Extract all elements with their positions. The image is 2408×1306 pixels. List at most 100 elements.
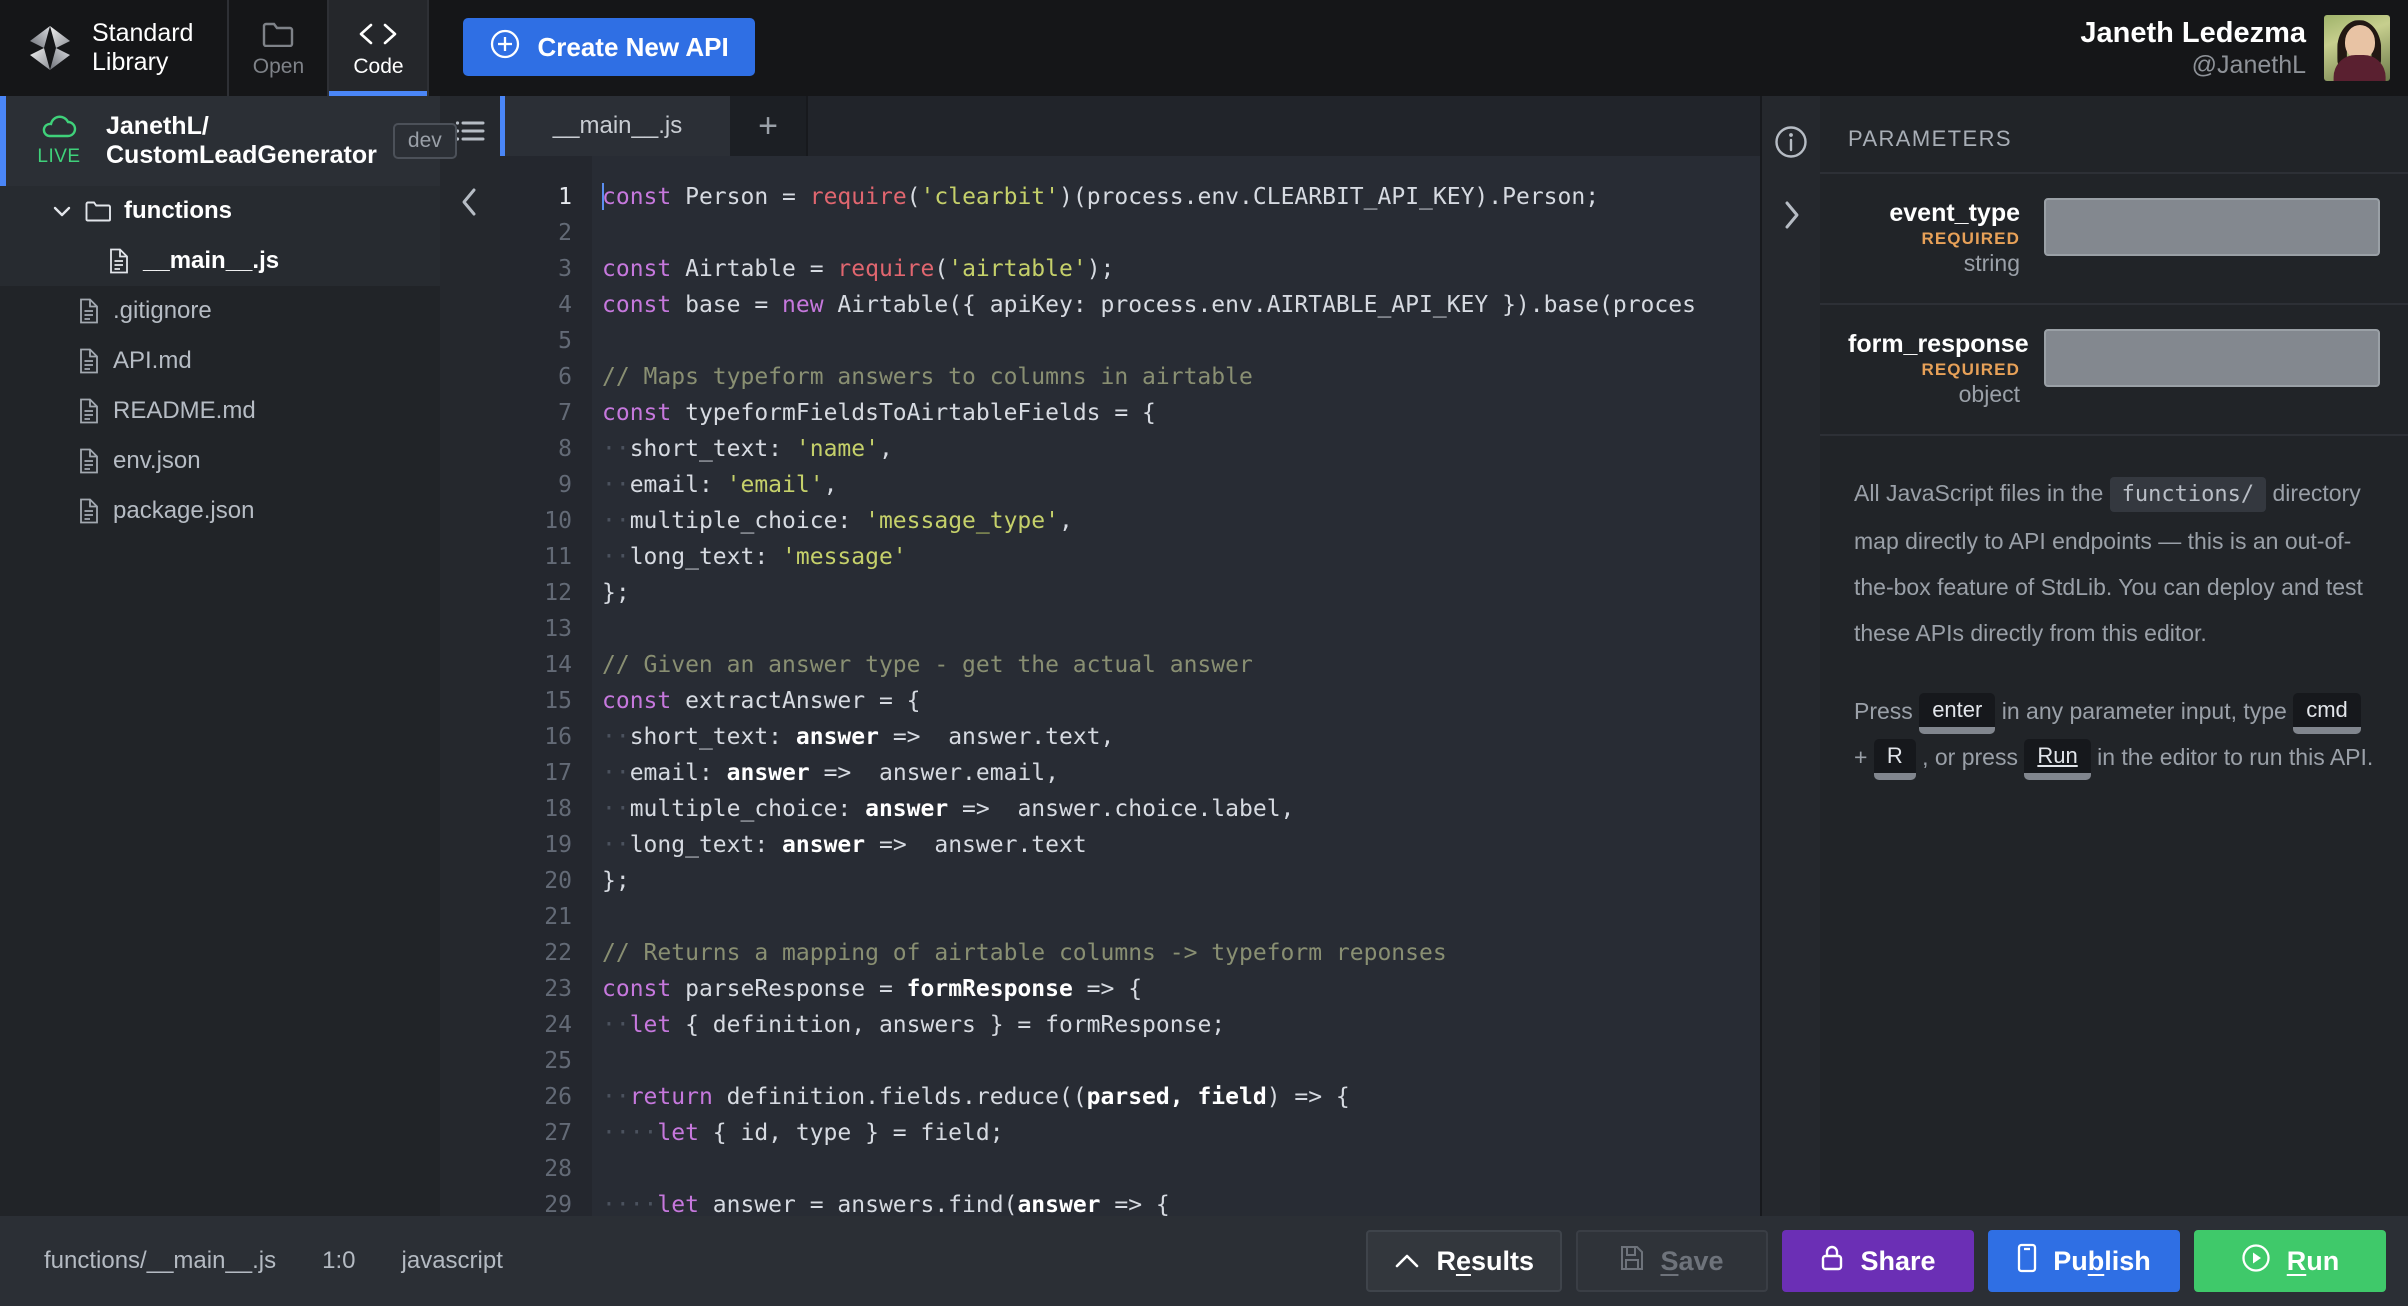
brand-logo-block[interactable]: StandardLibrary [0,0,229,96]
tree-file-readme-md-label: README.md [113,397,256,425]
code-token: ·· [602,1012,630,1038]
tree-file-main-js[interactable]: __main__.js [0,236,440,286]
file-icon [78,398,100,424]
code-token: short_text: [630,724,796,750]
param-meta-form-response: form_response REQUIRED object [1848,329,2020,408]
info-circle-icon[interactable] [1773,124,1809,165]
help-p2-part-b: in any parameter input, type [2002,698,2287,724]
code-token: Airtable = [671,256,837,282]
code-token: let [630,1012,672,1038]
param-input-form-response[interactable] [2044,329,2380,387]
line-number: 17 [500,755,572,791]
code-token: answer [727,760,810,786]
tree-file-package-json[interactable]: package.json [0,486,440,536]
project-header[interactable]: LIVE JanethL/ CustomLeadGenerator dev [0,96,440,186]
user-account-block[interactable]: Janeth Ledezma @JanethL [2080,0,2408,96]
project-name: JanethL/ CustomLeadGenerator [106,112,377,170]
line-number: 16 [500,719,572,755]
avatar-head [2345,25,2375,59]
brand-name: StandardLibrary [92,19,193,77]
tree-file-gitignore[interactable]: .gitignore [0,286,440,336]
code-line: }; [602,575,1760,611]
tree-file-api-md[interactable]: API.md [0,336,440,386]
main-workspace: LIVE JanethL/ CustomLeadGenerator dev fu… [0,96,2408,1216]
collapse-left-chevron-icon[interactable] [459,186,481,218]
nav-tab-open[interactable]: Open [229,0,329,96]
param-meta-event-type: event_type REQUIRED string [1848,198,2020,277]
code-token: , [879,436,893,462]
save-button[interactable]: Save [1576,1230,1768,1292]
code-token: ·· [602,796,630,822]
status-language: javascript [402,1247,503,1275]
line-number: 26 [500,1079,572,1115]
new-tab-button[interactable]: + [730,96,806,156]
code-line: ··multiple_choice: answer => answer.choi… [602,791,1760,827]
code-token: typeformFieldsToAirtableFields = { [671,400,1156,426]
tree-file-readme-md[interactable]: README.md [0,386,440,436]
code-token: , [1059,508,1073,534]
line-number: 18 [500,791,572,827]
code-content[interactable]: const Person = require('clearbit')(proce… [592,156,1760,1216]
project-title: CustomLeadGenerator [106,141,377,169]
lock-icon [1820,1244,1844,1279]
env-badge[interactable]: dev [393,123,457,159]
line-number: 25 [500,1043,572,1079]
code-token: // Given an answer type - get the actual… [602,652,1253,678]
results-button[interactable]: Results [1366,1230,1562,1292]
line-number: 14 [500,647,572,683]
code-token: 'name' [796,436,879,462]
run-button[interactable]: Run [2194,1230,2386,1292]
line-number: 19 [500,827,572,863]
user-full-name: Janeth Ledezma [2080,16,2306,50]
line-number: 9 [500,467,572,503]
code-line: ··return definition.fields.reduce((parse… [602,1079,1760,1115]
tree-file-package-json-label: package.json [113,497,254,525]
outline-list-icon[interactable] [455,120,485,142]
code-token: long_text: [630,832,782,858]
code-line [602,323,1760,359]
code-line: const extractAnswer = { [602,683,1760,719]
help-p2-part-a: Press [1854,698,1913,724]
line-number: 27 [500,1115,572,1151]
cloud-icon [39,115,79,145]
code-line: ··short_text: 'name', [602,431,1760,467]
publish-button-label: Publish [2053,1246,2151,1277]
parameters-help-text: All JavaScript files in the functions/ d… [1820,436,2408,780]
run-button-label: Run [2287,1246,2340,1277]
code-line: ··let { definition, answers } = formResp… [602,1007,1760,1043]
code-line: ··long_text: 'message' [602,539,1760,575]
create-new-api-label: Create New API [537,32,728,63]
code-line: // Given an answer type - get the actual… [602,647,1760,683]
code-line: }; [602,863,1760,899]
line-number: 8 [500,431,572,467]
play-circle-icon [2241,1243,2271,1280]
code-line [602,611,1760,647]
code-line: const parseResponse = formResponse => { [602,971,1760,1007]
help-paragraph-2: Press enter in any parameter input, type… [1854,688,2374,780]
avatar[interactable] [2324,15,2390,81]
expand-right-chevron-icon[interactable] [1780,199,1802,236]
line-number: 24 [500,1007,572,1043]
editor-tab-main-js[interactable]: __main__.js [500,96,730,156]
tree-folder-functions[interactable]: functions [0,186,440,236]
create-new-api-button[interactable]: Create New API [463,18,754,76]
code-token: multiple_choice: [630,508,865,534]
param-input-event-type[interactable] [2044,198,2380,256]
code-token: ·· [602,760,630,786]
code-token: )(process.env.CLEARBIT_API_KEY).Person; [1059,184,1599,210]
param-name-form-response: form_response [1848,329,2020,359]
code-token: 'message_type' [865,508,1059,534]
code-token: ·· [602,724,630,750]
code-token: 'airtable' [948,256,1086,282]
code-area[interactable]: 1234567891011121314151617181920212223242… [500,156,1760,1216]
tree-file-env-json[interactable]: env.json [0,436,440,486]
param-name-event-type: event_type [1848,198,2020,228]
functions-dir-chip: functions/ [2110,477,2266,512]
nav-tab-code[interactable]: Code [329,0,429,96]
help-paragraph-1: All JavaScript files in the functions/ d… [1854,470,2374,656]
file-icon [78,348,100,374]
publish-button[interactable]: Publish [1988,1230,2180,1292]
share-button[interactable]: Share [1782,1230,1974,1292]
code-token: extractAnswer = { [671,688,920,714]
code-token: parsed, field [1087,1084,1267,1110]
